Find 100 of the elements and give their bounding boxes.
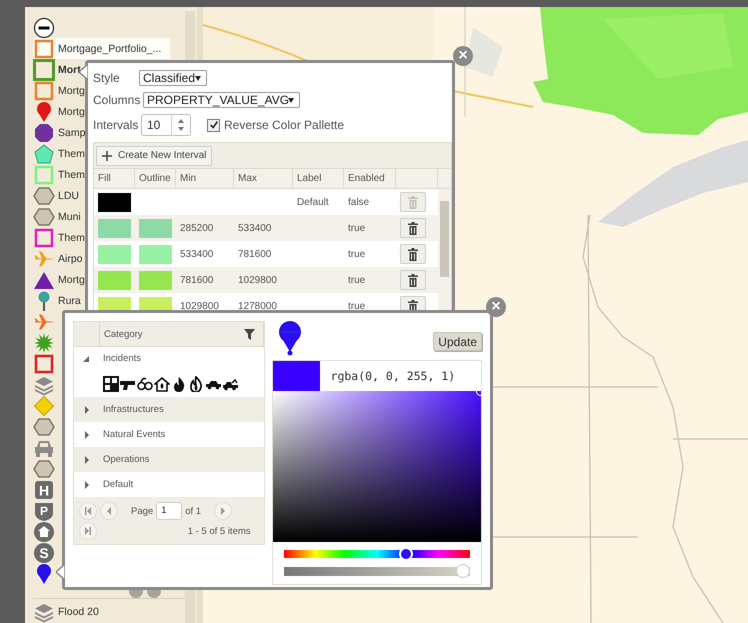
collapse-icon[interactable] bbox=[33, 16, 55, 38]
layer-item[interactable]: Muni bbox=[33, 206, 81, 227]
column-header[interactable]: Category bbox=[104, 328, 143, 340]
table-cell-text: true bbox=[347, 248, 366, 262]
column-header[interactable]: Min bbox=[176, 169, 234, 188]
first-page-button[interactable] bbox=[79, 502, 97, 520]
table-cell-text: Default bbox=[296, 196, 330, 210]
table-cell-text: 533400 bbox=[237, 222, 272, 236]
flame-icon[interactable] bbox=[188, 376, 204, 392]
trash-icon bbox=[408, 196, 418, 208]
pin-icon bbox=[278, 320, 302, 356]
expand-icon[interactable] bbox=[82, 480, 90, 488]
scrollbar-thumb[interactable] bbox=[440, 201, 449, 277]
column-header[interactable]: Label bbox=[293, 169, 344, 188]
checkbox[interactable] bbox=[207, 118, 220, 132]
table-cell-text: 781600 bbox=[179, 274, 214, 288]
flame-icon[interactable] bbox=[171, 376, 187, 392]
caret-icon bbox=[288, 98, 294, 103]
opacity-slider[interactable] bbox=[284, 564, 470, 578]
layer-item[interactable]: Mortg bbox=[33, 80, 85, 101]
trash-icon bbox=[408, 222, 418, 234]
tree-item[interactable]: Infrastructures bbox=[99, 404, 164, 415]
column-header[interactable]: Max bbox=[234, 169, 293, 188]
previous-page-icon bbox=[105, 507, 113, 515]
outline-swatch[interactable] bbox=[139, 218, 172, 238]
page-count: of 1 bbox=[185, 506, 202, 516]
expand-icon[interactable] bbox=[82, 430, 90, 438]
expand-icon[interactable] bbox=[82, 406, 90, 414]
color-value-field[interactable]: rgba(0, 0, 255, 1) bbox=[320, 361, 481, 391]
layer-item[interactable]: Them bbox=[33, 164, 85, 185]
column-header[interactable]: Outline bbox=[135, 169, 176, 188]
delete-button[interactable] bbox=[400, 270, 426, 290]
tree-item[interactable]: Operations bbox=[99, 454, 150, 465]
field-label: Columns bbox=[93, 93, 142, 107]
outline-swatch[interactable] bbox=[139, 244, 172, 264]
window-icon[interactable] bbox=[103, 376, 119, 392]
fill-swatch[interactable] bbox=[98, 270, 131, 290]
fill-swatch[interactable] bbox=[98, 218, 131, 238]
update-button[interactable]: Update bbox=[433, 332, 482, 351]
column-header[interactable]: Enabled bbox=[344, 169, 396, 188]
layer-item[interactable]: Them bbox=[33, 227, 85, 248]
letter-badge-icon: H bbox=[33, 478, 55, 500]
plus-icon bbox=[102, 150, 112, 160]
letter-badge-icon: S bbox=[33, 542, 55, 564]
item-count: 1 - 5 of 5 items bbox=[188, 526, 251, 536]
last-page-button[interactable] bbox=[79, 522, 97, 540]
first-page-icon bbox=[84, 507, 92, 515]
page-label: Page bbox=[131, 506, 154, 516]
table-cell-text: true bbox=[347, 274, 366, 288]
last-page-icon bbox=[84, 527, 92, 535]
checkbox-label[interactable]: Reverse Color Pallette bbox=[224, 118, 344, 132]
table-cell-text: 1029800 bbox=[179, 300, 220, 314]
layer-item[interactable]: Them bbox=[33, 143, 85, 164]
tree-item[interactable]: Default bbox=[99, 479, 134, 490]
expand-icon[interactable] bbox=[82, 456, 90, 464]
table-cell-text: true bbox=[347, 300, 366, 314]
filter-icon[interactable] bbox=[244, 328, 255, 340]
slider-thumb[interactable] bbox=[456, 564, 470, 578]
table-cell-text: 1029800 bbox=[237, 274, 278, 288]
next-page-button[interactable] bbox=[214, 502, 232, 520]
layer-item[interactable]: Airpo bbox=[33, 248, 83, 269]
outline-swatch[interactable] bbox=[139, 270, 172, 290]
dropdown[interactable]: Classified bbox=[139, 70, 207, 86]
color-swatch bbox=[272, 361, 320, 391]
delete-button[interactable] bbox=[400, 244, 426, 264]
table-cell-text: 1278000 bbox=[237, 300, 278, 314]
delete-button[interactable] bbox=[400, 218, 426, 238]
checkmark-icon bbox=[208, 120, 218, 130]
layer-item[interactable]: Mortg bbox=[33, 101, 85, 122]
table-cell-text: false bbox=[347, 196, 370, 210]
handcuffs-icon[interactable] bbox=[137, 376, 153, 392]
layer-item[interactable]: Mort bbox=[33, 59, 81, 80]
layer-item[interactable]: Mortg bbox=[33, 269, 85, 290]
create-interval-button[interactable]: Create New Interval bbox=[96, 146, 212, 166]
table-cell-text: 781600 bbox=[237, 248, 272, 262]
house-icon[interactable] bbox=[154, 376, 170, 392]
layer-label[interactable]: Flood 20 bbox=[58, 606, 99, 618]
dropdown[interactable]: PROPERTY_VALUE_AVG bbox=[143, 92, 300, 108]
fill-swatch[interactable] bbox=[98, 244, 131, 264]
table-cell-text: 533400 bbox=[179, 248, 214, 262]
caret-icon bbox=[195, 76, 201, 81]
tree-item[interactable]: Natural Events bbox=[99, 429, 166, 440]
previous-page-button[interactable] bbox=[100, 502, 118, 520]
column-header[interactable]: Fill bbox=[94, 169, 135, 188]
table-cell-text: true bbox=[347, 222, 366, 236]
hue-slider[interactable] bbox=[284, 547, 470, 561]
layer-item[interactable]: Rura bbox=[33, 290, 81, 311]
tree-item[interactable]: Incidents bbox=[99, 353, 142, 364]
field-label: Style bbox=[93, 71, 121, 85]
layer-item[interactable]: Mortgage_Portfolio_... bbox=[33, 38, 170, 59]
layer-item[interactable]: LDU bbox=[33, 185, 80, 206]
trash-icon bbox=[408, 248, 418, 260]
table-cell-text: 285200 bbox=[179, 222, 214, 236]
number-spinner[interactable]: 10 bbox=[141, 114, 191, 136]
page-field[interactable]: 1 bbox=[156, 502, 182, 520]
field-label: Intervals bbox=[93, 118, 139, 132]
picker-handle[interactable] bbox=[476, 387, 485, 396]
trash-icon bbox=[408, 274, 418, 286]
layer-item[interactable]: Samp bbox=[33, 122, 86, 143]
next-page-icon bbox=[219, 507, 228, 515]
